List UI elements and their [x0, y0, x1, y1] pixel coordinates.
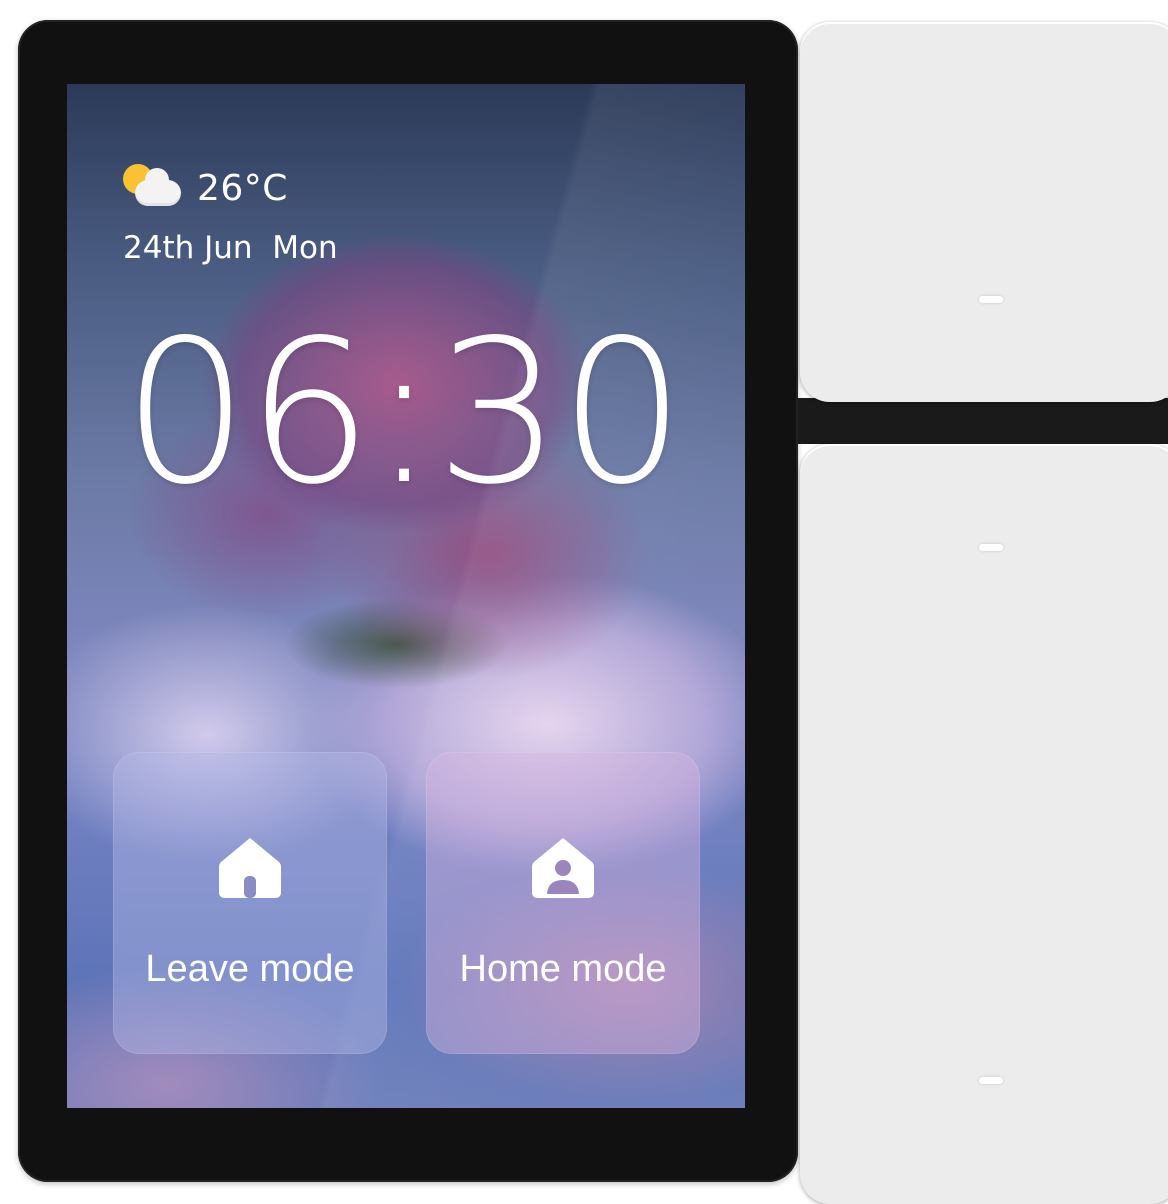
home-mode-label: Home mode: [459, 948, 667, 990]
partly-cloudy-icon: [121, 162, 183, 214]
clock-time: 06:30: [122, 297, 686, 528]
house-person-icon: [532, 838, 594, 898]
indicator-light: [979, 296, 1003, 303]
indicator-light: [979, 544, 1003, 551]
touch-screen[interactable]: 26°C 24th Jun Mon 06:30 Leave mode Home …: [67, 84, 745, 1108]
leave-mode-button[interactable]: Leave mode: [113, 752, 387, 1054]
indicator-light: [979, 1077, 1003, 1084]
house-icon: [219, 838, 281, 898]
temperature-label: 26°C: [197, 167, 288, 209]
date-day: 24th Jun: [123, 230, 253, 266]
panel-gap: [798, 398, 1168, 444]
weather-widget: 26°C: [121, 162, 288, 214]
date-label: 24th Jun Mon: [123, 230, 338, 266]
top-rocker-switch[interactable]: [800, 22, 1168, 402]
home-mode-button[interactable]: Home mode: [426, 752, 700, 1054]
bottom-rocker-switch[interactable]: [800, 444, 1168, 1204]
leave-mode-label: Leave mode: [145, 948, 355, 990]
date-weekday: Mon: [272, 230, 338, 266]
